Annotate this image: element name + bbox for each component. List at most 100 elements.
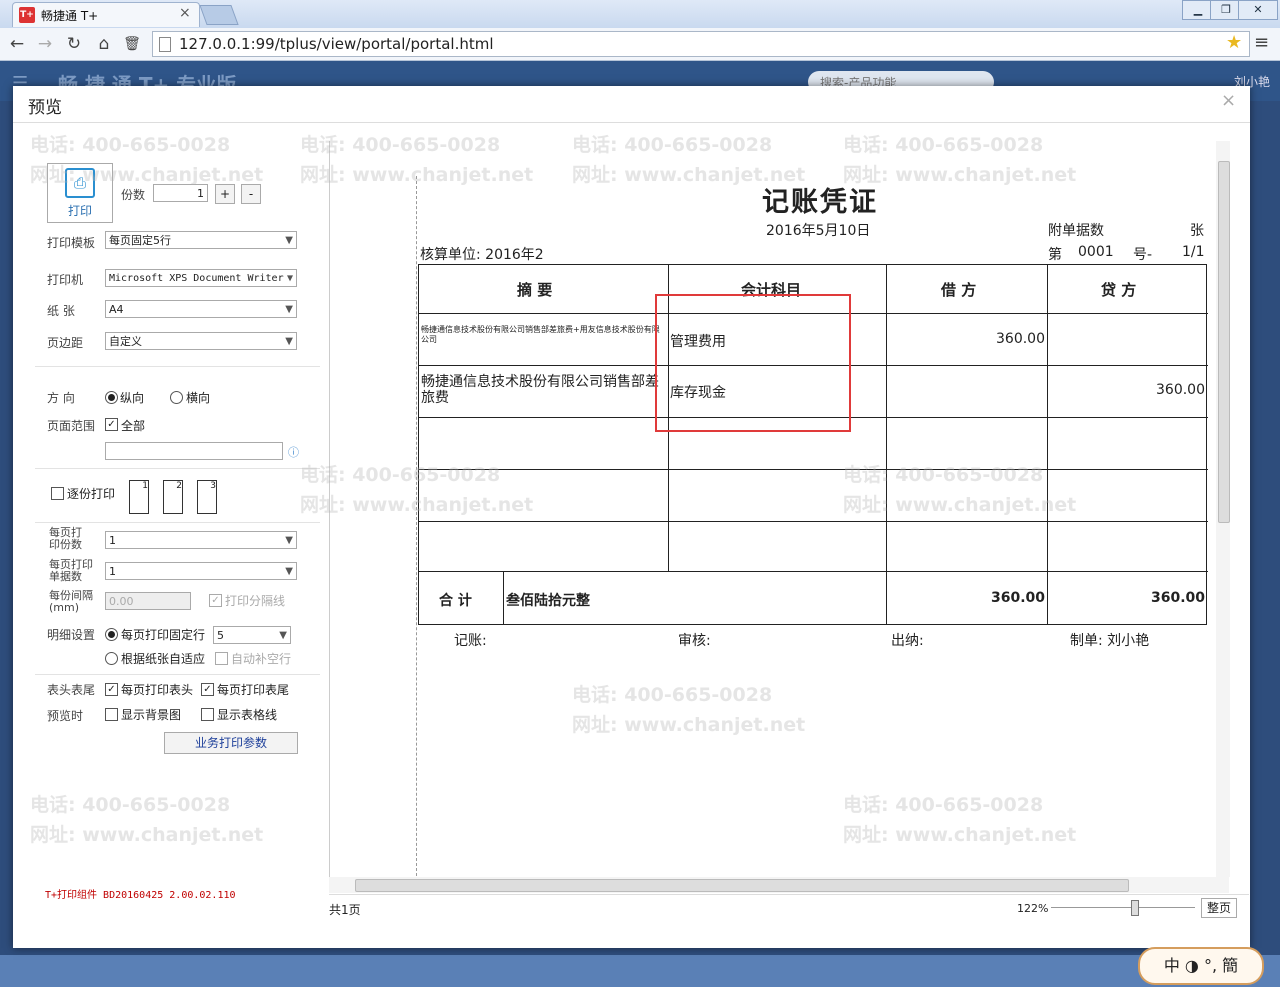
gap-input[interactable]: 0.00 bbox=[105, 592, 191, 610]
bookkeeper-label: 记账: bbox=[454, 633, 487, 649]
portrait-label: 纵向 bbox=[120, 391, 145, 405]
total-debit: 360.00 bbox=[990, 590, 1045, 606]
print-header-label: 每页打印表头 bbox=[121, 683, 194, 697]
show-bg-label: 显示背景图 bbox=[121, 708, 182, 722]
docs-per-value: 1 bbox=[109, 565, 116, 578]
fit-page-button[interactable]: 整页 bbox=[1201, 898, 1237, 918]
new-tab-button[interactable] bbox=[199, 5, 239, 25]
landscape-label: 横向 bbox=[186, 391, 211, 405]
header-footer-label: 表头表尾 bbox=[47, 683, 96, 697]
copies-label: 份数 bbox=[121, 188, 146, 202]
total-words: 叁佰陆拾元整 bbox=[506, 593, 590, 609]
row1-debit: 360.00 bbox=[996, 331, 1045, 347]
preview-label: 预览时 bbox=[47, 709, 84, 723]
horizontal-scrollbar[interactable] bbox=[329, 877, 1229, 893]
show-grid-label: 显示表格线 bbox=[217, 708, 278, 722]
pages-per-label: 每页打印份数 bbox=[49, 526, 82, 551]
back-icon[interactable]: ← bbox=[6, 33, 28, 55]
ime-indicator[interactable]: 中 ◑ °, 簡 bbox=[1138, 947, 1264, 985]
zoom-slider-handle[interactable] bbox=[1131, 900, 1139, 916]
trash-icon[interactable]: 🗑 bbox=[121, 33, 143, 55]
highlight-box bbox=[655, 294, 851, 432]
fixed-rows-select[interactable]: 5 ▼ bbox=[213, 626, 291, 644]
printer-select[interactable]: Microsoft XPS Document Writer ▼ bbox=[105, 269, 297, 287]
browser-menu-icon[interactable]: ≡ bbox=[1254, 32, 1269, 53]
printer-icon: ⎙ bbox=[65, 168, 95, 198]
print-label: 打印 bbox=[67, 204, 92, 218]
show-grid-checkbox[interactable] bbox=[201, 708, 214, 721]
print-sep-checkbox[interactable]: ✓ bbox=[209, 594, 222, 607]
voucher-no-label: 第 bbox=[1048, 247, 1062, 263]
auto-fill-label: 自动补空行 bbox=[231, 652, 292, 666]
vertical-scrollbar[interactable] bbox=[1216, 141, 1230, 877]
printer-label: 打印机 bbox=[47, 273, 84, 287]
zoom-slider-track[interactable] bbox=[1051, 907, 1195, 908]
reviewer-label: 审核: bbox=[678, 633, 711, 649]
title-divider bbox=[13, 122, 1250, 123]
range-all-checkbox[interactable]: ✓ bbox=[105, 418, 118, 431]
info-icon[interactable]: ⓘ bbox=[288, 444, 299, 460]
header-debit: 借 方 bbox=[941, 281, 977, 299]
biz-params-button[interactable]: 业务打印参数 bbox=[164, 732, 298, 754]
address-bar[interactable]: 127.0.0.1:99/tplus/view/portal/portal.ht… bbox=[152, 31, 1250, 57]
preview-statusbar: 共1页 122% 整页 bbox=[329, 894, 1249, 921]
attach-unit: 张 bbox=[1190, 223, 1204, 239]
template-label: 打印模板 bbox=[47, 236, 96, 250]
print-settings-panel: ⎙ 打印 份数 1 + - 打印模板 每页固定5行 ▼ 打印机 Microsoft… bbox=[13, 136, 323, 946]
browser-toolbar: ← → ↻ ⌂ 🗑 127.0.0.1:99/tplus/view/portal… bbox=[0, 28, 1280, 61]
copies-minus-button[interactable]: - bbox=[241, 184, 261, 204]
margin-label: 页边距 bbox=[47, 336, 84, 350]
orientation-label: 方 向 bbox=[47, 391, 75, 405]
copies-input[interactable]: 1 bbox=[153, 184, 208, 202]
pages-per-select[interactable]: 1 ▼ bbox=[105, 531, 297, 549]
divider bbox=[35, 468, 320, 469]
docs-per-select[interactable]: 1 ▼ bbox=[105, 562, 297, 580]
fixed-rows-radio[interactable] bbox=[105, 628, 118, 641]
print-footer-checkbox[interactable]: ✓ bbox=[201, 683, 214, 696]
collate-checkbox[interactable] bbox=[51, 487, 64, 500]
portrait-radio[interactable] bbox=[105, 391, 118, 404]
cashier-label: 出纳: bbox=[891, 633, 924, 649]
browser-tab[interactable]: T+ 畅捷通 T+ × bbox=[12, 2, 200, 27]
gap-label: 每份间隔(mm) bbox=[49, 589, 93, 614]
divider bbox=[35, 522, 320, 523]
pages-per-value: 1 bbox=[109, 534, 116, 547]
vertical-scroll-thumb[interactable] bbox=[1218, 161, 1230, 523]
horizontal-scroll-thumb[interactable] bbox=[355, 879, 1129, 892]
show-bg-checkbox[interactable] bbox=[105, 708, 118, 721]
margin-select[interactable]: 自定义 ▼ bbox=[105, 332, 297, 350]
forward-icon[interactable]: → bbox=[34, 33, 56, 55]
zoom-value: 122% bbox=[1017, 902, 1049, 915]
range-input[interactable] bbox=[105, 442, 283, 460]
dialog-close-icon[interactable]: × bbox=[1221, 90, 1236, 111]
total-credit: 360.00 bbox=[1150, 590, 1205, 606]
voucher-date: 2016年5月10日 bbox=[766, 223, 871, 239]
range-all-label: 全部 bbox=[121, 419, 146, 433]
chevron-down-icon: ▼ bbox=[279, 630, 287, 641]
reload-icon[interactable]: ↻ bbox=[63, 33, 85, 55]
adapt-rows-radio[interactable] bbox=[105, 652, 118, 665]
landscape-radio[interactable] bbox=[170, 391, 183, 404]
home-icon[interactable]: ⌂ bbox=[93, 33, 115, 55]
chevron-down-icon: ▼ bbox=[285, 566, 293, 577]
divider bbox=[35, 366, 320, 367]
app-footer-bg bbox=[0, 955, 1280, 987]
template-select[interactable]: 每页固定5行 ▼ bbox=[105, 231, 297, 249]
paper-select[interactable]: A4 ▼ bbox=[105, 300, 297, 318]
print-header-checkbox[interactable]: ✓ bbox=[105, 683, 118, 696]
print-sep-label: 打印分隔线 bbox=[225, 594, 286, 608]
page-count: 共1页 bbox=[329, 903, 361, 917]
voucher-no: 0001 bbox=[1078, 244, 1114, 260]
copies-plus-button[interactable]: + bbox=[215, 184, 235, 204]
divider bbox=[35, 674, 320, 675]
auto-fill-checkbox[interactable] bbox=[215, 652, 228, 665]
voucher-no-suffix: 号- bbox=[1133, 247, 1153, 263]
bookmark-star-icon[interactable]: ★ bbox=[1226, 32, 1242, 53]
tab-close-icon[interactable]: × bbox=[179, 5, 191, 21]
version-text: T+打印组件 BD20160425 2.00.02.110 bbox=[45, 890, 236, 901]
chevron-down-icon: ▼ bbox=[286, 273, 293, 284]
browser-titlebar: T+ 畅捷通 T+ × ▁ ❐ ✕ bbox=[0, 0, 1280, 28]
dialog-title: 预览 bbox=[28, 98, 62, 118]
window-close-button[interactable]: ✕ bbox=[1238, 0, 1278, 20]
print-button[interactable]: ⎙ 打印 bbox=[47, 163, 113, 223]
